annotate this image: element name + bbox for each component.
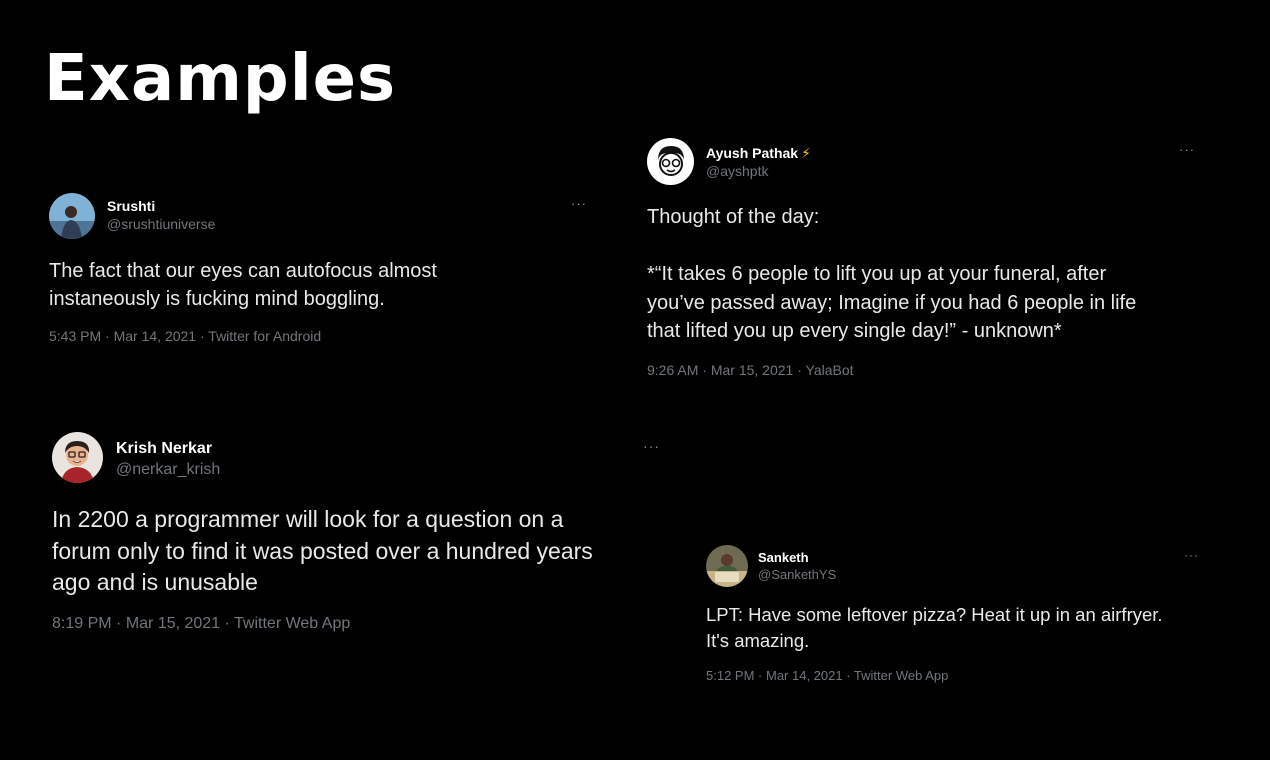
avatar[interactable] bbox=[52, 432, 103, 483]
tweet-time[interactable]: 5:43 PM bbox=[49, 328, 101, 344]
tweet-card-ayush[interactable]: Ayush Pathak ⚡ @ayshptk ··· Thought of th… bbox=[647, 138, 1207, 383]
tweet-card-sanketh[interactable]: Sanketh @SankethYS ··· LPT: Have some le… bbox=[706, 545, 1206, 690]
user-handle[interactable]: @ayshptk bbox=[706, 162, 811, 180]
more-horizontal-icon[interactable]: ··· bbox=[1184, 549, 1199, 561]
tweet-source[interactable]: YalaBot bbox=[806, 362, 854, 378]
tweet-time[interactable]: 5:12 PM bbox=[706, 668, 754, 683]
tweet-meta: 8:19 PM · Mar 15, 2021 · Twitter Web App bbox=[52, 614, 350, 634]
meta-separator: · bbox=[196, 328, 209, 344]
tweet-date[interactable]: Mar 15, 2021 bbox=[711, 362, 794, 378]
avatar[interactable] bbox=[49, 193, 95, 239]
tweet-meta: 5:12 PM · Mar 14, 2021 · Twitter Web App bbox=[706, 667, 948, 684]
avatar[interactable] bbox=[647, 138, 694, 185]
tweet-date[interactable]: Mar 14, 2021 bbox=[766, 668, 843, 683]
tweet-text: In 2200 a programmer will look for a que… bbox=[52, 506, 593, 595]
meta-separator: · bbox=[842, 668, 854, 683]
tweet-date[interactable]: Mar 14, 2021 bbox=[114, 328, 197, 344]
tweet-source[interactable]: Twitter Web App bbox=[234, 615, 350, 632]
meta-separator: · bbox=[754, 668, 766, 683]
tweet-text: LPT: Have some leftover pizza? Heat it u… bbox=[706, 604, 1163, 651]
avatar[interactable] bbox=[706, 545, 748, 587]
user-handle[interactable]: @nerkar_krish bbox=[116, 459, 220, 480]
tweet-meta: 5:43 PM · Mar 14, 2021 · Twitter for And… bbox=[49, 327, 321, 345]
meta-separator: · bbox=[111, 615, 126, 632]
meta-separator: · bbox=[698, 362, 711, 378]
display-name[interactable]: Sanketh bbox=[758, 549, 836, 566]
more-horizontal-icon[interactable]: ··· bbox=[1179, 143, 1195, 156]
display-name-text: Ayush Pathak bbox=[706, 145, 799, 161]
tweet-date[interactable]: Mar 15, 2021 bbox=[126, 615, 220, 632]
tweet-card-srushti[interactable]: Srushti @srushtiuniverse ··· The fact th… bbox=[49, 193, 589, 353]
display-name[interactable]: Ayush Pathak ⚡ bbox=[706, 144, 811, 162]
user-handle[interactable]: @srushtiuniverse bbox=[107, 215, 215, 233]
more-horizontal-icon[interactable]: ··· bbox=[571, 197, 587, 210]
tweet-meta: 9:26 AM · Mar 15, 2021 · YalaBot bbox=[647, 361, 854, 379]
more-horizontal-icon[interactable]: ··· bbox=[643, 439, 660, 453]
tweet-text: The fact that our eyes can autofocus alm… bbox=[49, 260, 437, 310]
meta-separator: · bbox=[101, 328, 114, 344]
lightning-bolt-icon: ⚡ bbox=[801, 145, 811, 161]
tweet-source[interactable]: Twitter for Android bbox=[208, 328, 321, 344]
display-name[interactable]: Krish Nerkar bbox=[116, 438, 220, 459]
user-handle[interactable]: @SankethYS bbox=[758, 566, 836, 583]
meta-separator: · bbox=[793, 362, 806, 378]
meta-separator: · bbox=[220, 615, 235, 632]
tweet-time[interactable]: 9:26 AM bbox=[647, 362, 698, 378]
tweet-source[interactable]: Twitter Web App bbox=[854, 668, 948, 683]
tweet-card-krish[interactable]: Krish Nerkar @nerkar_krish ··· In 2200 a… bbox=[52, 432, 672, 637]
tweet-text: Thought of the day: *“It takes 6 people … bbox=[647, 206, 1137, 342]
page-title: Examples bbox=[44, 42, 397, 116]
tweet-time[interactable]: 8:19 PM bbox=[52, 615, 112, 632]
display-name[interactable]: Srushti bbox=[107, 197, 215, 215]
